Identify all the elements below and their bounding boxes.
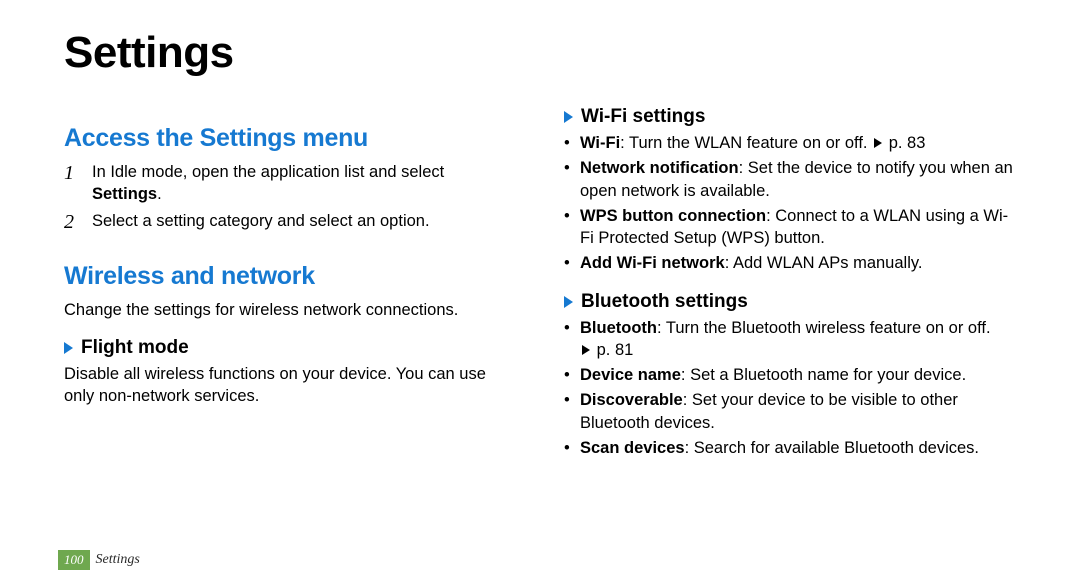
list-item: Discoverable: Set your device to be visi… [564, 389, 1016, 434]
two-column-layout: Access the Settings menu 1 In Idle mode,… [64, 106, 1016, 462]
heading-access-settings: Access the Settings menu [64, 124, 516, 153]
item-term: Bluetooth [580, 319, 657, 337]
page-ref: p. 83 [889, 134, 926, 152]
subheading-label: Wi-Fi settings [581, 106, 705, 128]
list-item: Bluetooth: Turn the Bluetooth wireless f… [564, 317, 1016, 362]
chevron-right-icon [564, 296, 573, 308]
list-item: Add Wi-Fi network: Add WLAN APs manually… [564, 252, 1016, 274]
item-desc: : Turn the WLAN feature on or off. [620, 134, 872, 152]
subheading-wifi-settings: Wi-Fi settings [564, 106, 1016, 128]
step-text-pre: Select a setting category and select an … [92, 212, 430, 230]
subheading-bluetooth-settings: Bluetooth settings [564, 291, 1016, 313]
list-item: Wi-Fi: Turn the WLAN feature on or off. … [564, 132, 1016, 154]
subheading-label: Bluetooth settings [581, 291, 748, 313]
item-term: Device name [580, 366, 681, 384]
step-text: Select a setting category and select an … [92, 210, 430, 234]
play-triangle-icon [874, 138, 882, 148]
item-desc: : Add WLAN APs manually. [725, 254, 923, 272]
page-title: Settings [64, 28, 1016, 78]
left-column: Access the Settings menu 1 In Idle mode,… [64, 106, 516, 462]
item-desc: : Search for available Bluetooth devices… [685, 439, 979, 457]
subheading-flight-mode: Flight mode [64, 337, 516, 359]
item-term: Network notification [580, 159, 739, 177]
page-number-badge: 100 [58, 550, 90, 570]
list-item: Device name: Set a Bluetooth name for yo… [564, 364, 1016, 386]
flight-mode-text: Disable all wireless functions on your d… [64, 363, 516, 408]
footer-section-label: Settings [96, 552, 140, 568]
chevron-right-icon [64, 342, 73, 354]
step-number: 2 [64, 210, 92, 234]
step-item: 1 In Idle mode, open the application lis… [64, 161, 516, 206]
step-text: In Idle mode, open the application list … [92, 161, 516, 206]
item-term: Scan devices [580, 439, 685, 457]
play-triangle-icon [582, 345, 590, 355]
chevron-right-icon [564, 111, 573, 123]
steps-list: 1 In Idle mode, open the application lis… [64, 161, 516, 234]
step-number: 1 [64, 161, 92, 206]
item-desc: : Set a Bluetooth name for your device. [681, 366, 966, 384]
bluetooth-bullet-list: Bluetooth: Turn the Bluetooth wireless f… [564, 317, 1016, 460]
heading-wireless-network: Wireless and network [64, 262, 516, 291]
list-item: WPS button connection: Connect to a WLAN… [564, 205, 1016, 250]
step-item: 2 Select a setting category and select a… [64, 210, 516, 234]
item-term: Wi-Fi [580, 134, 620, 152]
list-item: Scan devices: Search for available Bluet… [564, 437, 1016, 459]
wireless-intro-text: Change the settings for wireless network… [64, 299, 516, 321]
step-text-bold: Settings [92, 185, 157, 203]
item-term: Discoverable [580, 391, 683, 409]
page-footer: 100 Settings [58, 550, 140, 570]
page-ref: p. 81 [597, 341, 634, 359]
subheading-label: Flight mode [81, 337, 189, 359]
item-desc: : Turn the Bluetooth wireless feature on… [657, 319, 991, 337]
list-item: Network notification: Set the device to … [564, 157, 1016, 202]
step-text-pre: In Idle mode, open the application list … [92, 163, 444, 181]
right-column: Wi-Fi settings Wi-Fi: Turn the WLAN feat… [564, 106, 1016, 462]
item-term: Add Wi-Fi network [580, 254, 725, 272]
manual-page: Settings Access the Settings menu 1 In I… [0, 0, 1080, 586]
item-term: WPS button connection [580, 207, 766, 225]
wifi-bullet-list: Wi-Fi: Turn the WLAN feature on or off. … [564, 132, 1016, 275]
step-text-post: . [157, 185, 162, 203]
